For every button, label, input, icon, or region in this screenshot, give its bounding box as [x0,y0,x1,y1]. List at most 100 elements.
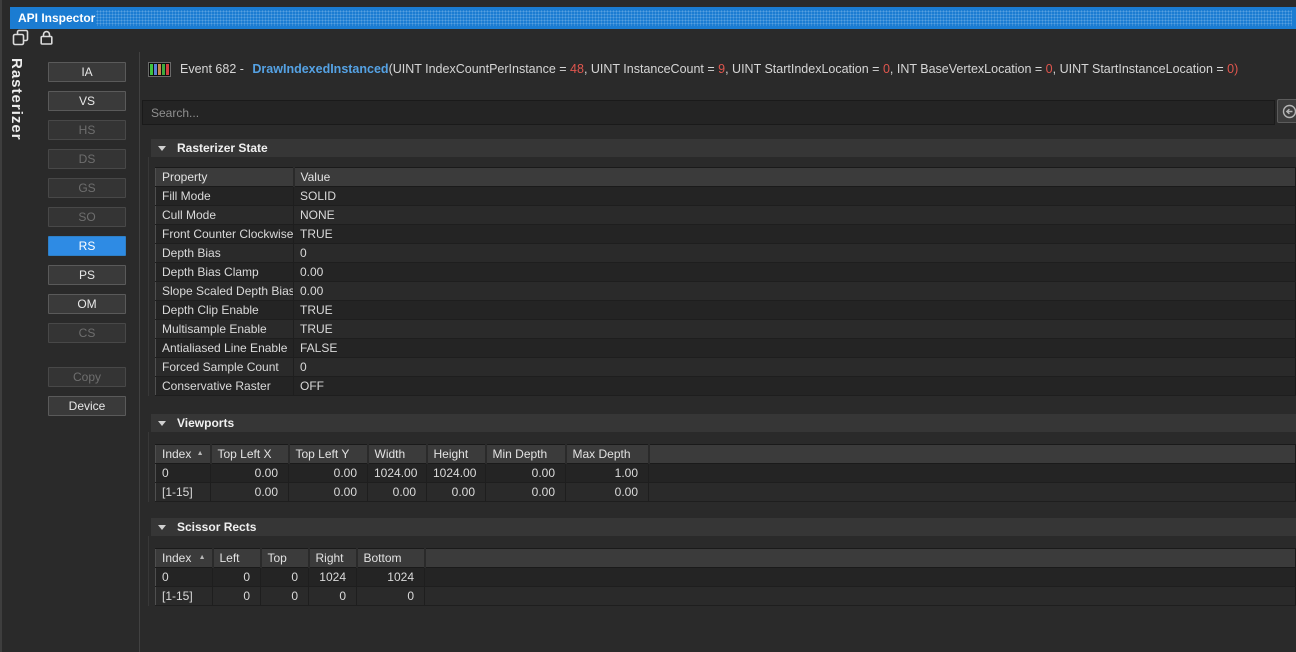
table-row[interactable]: 00.000.001024.001024.000.001.00 [156,464,1296,483]
section-header-rasterizer-state[interactable]: Rasterizer State [151,139,1296,157]
event-text-part: , UINT StartIndexLocation = [725,62,883,76]
scissor-rects-table: Index▲LeftTopRightBottom00010241024[1-15… [155,548,1296,606]
section-title: Viewports [177,416,234,430]
table-cell: Forced Sample Count [156,358,294,377]
table-cell: Cull Mode [156,206,294,225]
search-input[interactable] [142,100,1275,125]
column-header-right[interactable]: Right [309,549,357,568]
event-function-link[interactable]: DrawIndexedInstanced [252,62,388,76]
table-row[interactable]: Depth Bias Clamp0.00 [156,263,1296,282]
table-cell: [1-15] [156,483,211,502]
stage-button-om[interactable]: OM [48,294,126,314]
table-cell: 1024.00 [427,464,486,483]
marker-bar [154,64,157,75]
table-row[interactable]: Slope Scaled Depth Bias0.00 [156,282,1296,301]
event-row: Event 682 - DrawIndexedInstanced(UINT In… [148,60,1238,78]
table-cell: 0.00 [211,483,289,502]
column-header-width[interactable]: Width [368,445,427,464]
table-cell: 1024 [357,568,425,587]
section-frame [148,157,149,396]
column-header-property[interactable]: Property [156,168,294,187]
table-cell: 0 [309,587,357,606]
panel-titlebar[interactable]: API Inspector [10,7,1296,29]
marker-bar [158,64,161,75]
stage-button-vs[interactable]: VS [48,91,126,111]
table-cell: 0.00 [211,464,289,483]
section-title: Rasterizer State [177,141,268,155]
table-cell: 0.00 [486,483,566,502]
inspector-content: Event 682 - DrawIndexedInstanced(UINT In… [140,48,1296,652]
event-text-part: 0 [883,62,890,76]
clone-view-icon[interactable] [12,29,29,46]
column-header-left[interactable]: Left [213,549,261,568]
table-cell: 0.00 [486,464,566,483]
event-text-part: (UINT IndexCountPerInstance = [389,62,570,76]
table-row[interactable]: Forced Sample Count0 [156,358,1296,377]
table-cell: 0 [261,568,309,587]
table-cell: SOLID [294,187,1296,206]
column-header-index[interactable]: Index▲ [156,549,213,568]
search-wrap-button[interactable] [1277,99,1296,123]
table-row[interactable]: 00010241024 [156,568,1296,587]
marker-bar [166,64,169,75]
lock-icon[interactable] [38,29,55,46]
table-cell: 0 [261,587,309,606]
section-frame [148,536,149,606]
column-header-min-depth[interactable]: Min Depth [486,445,566,464]
column-header-height[interactable]: Height [427,445,486,464]
table-cell: 0.00 [427,483,486,502]
section-frame [148,432,149,502]
event-marker-icon [148,62,171,77]
table-cell: Slope Scaled Depth Bias [156,282,294,301]
table-row[interactable]: Depth Bias0 [156,244,1296,263]
table-row[interactable]: Fill ModeSOLID [156,187,1296,206]
table-row[interactable]: Cull ModeNONE [156,206,1296,225]
column-header-blank [425,549,1296,568]
column-header-top-left-x[interactable]: Top Left X [211,445,289,464]
table-cell-blank [425,587,1296,606]
table-cell: Depth Bias Clamp [156,263,294,282]
marker-bar [150,64,153,75]
table-row[interactable]: Antialiased Line EnableFALSE [156,339,1296,358]
column-header-top[interactable]: Top [261,549,309,568]
pipeline-stage-label: Rasterizer [8,58,25,141]
stage-button-rs[interactable]: RS [48,236,126,256]
table-cell: TRUE [294,320,1296,339]
column-header-value[interactable]: Value [294,168,1296,187]
table-row[interactable]: Multisample EnableTRUE [156,320,1296,339]
column-header-index[interactable]: Index▲ [156,445,211,464]
stage-button-ps[interactable]: PS [48,265,126,285]
stage-buttons-spacer [48,352,126,358]
table-cell: [1-15] [156,587,213,606]
table-header-row: Index▲Top Left XTop Left YWidthHeightMin… [156,445,1296,464]
table-cell: 0.00 [289,464,368,483]
table-cell: NONE [294,206,1296,225]
table-cell: 0 [156,464,211,483]
table-cell: 0 [357,587,425,606]
table-row[interactable]: Front Counter ClockwiseTRUE [156,225,1296,244]
table-row[interactable]: Conservative RasterOFF [156,377,1296,396]
table-cell: 1024 [309,568,357,587]
event-text-part: 48 [570,62,584,76]
table-row[interactable]: [1-15]0000 [156,587,1296,606]
table-row[interactable]: Depth Clip EnableTRUE [156,301,1296,320]
section-header-viewports[interactable]: Viewports [151,414,1296,432]
pipeline-stage-buttons: IAVSHSDSGSSORSPSOMCS CopyDevice [48,62,126,416]
table-cell: FALSE [294,339,1296,358]
event-text-part: , INT BaseVertexLocation = [890,62,1046,76]
panel-title: API Inspector [18,11,105,25]
stage-button-gs: GS [48,178,126,198]
section-header-scissor-rects[interactable]: Scissor Rects [151,518,1296,536]
column-header-top-left-y[interactable]: Top Left Y [289,445,368,464]
sort-ascending-icon: ▲ [199,554,206,561]
panel-toolbar [12,29,55,47]
stage-button-ia[interactable]: IA [48,62,126,82]
table-header-row: Index▲LeftTopRightBottom [156,549,1296,568]
stage-button-device[interactable]: Device [48,396,126,416]
column-header-bottom[interactable]: Bottom [357,549,425,568]
table-row[interactable]: [1-15]0.000.000.000.000.000.00 [156,483,1296,502]
column-header-max-depth[interactable]: Max Depth [566,445,649,464]
table-cell: 0 [213,587,261,606]
event-text-part: Event 682 - [180,62,247,76]
table-cell: Depth Bias [156,244,294,263]
